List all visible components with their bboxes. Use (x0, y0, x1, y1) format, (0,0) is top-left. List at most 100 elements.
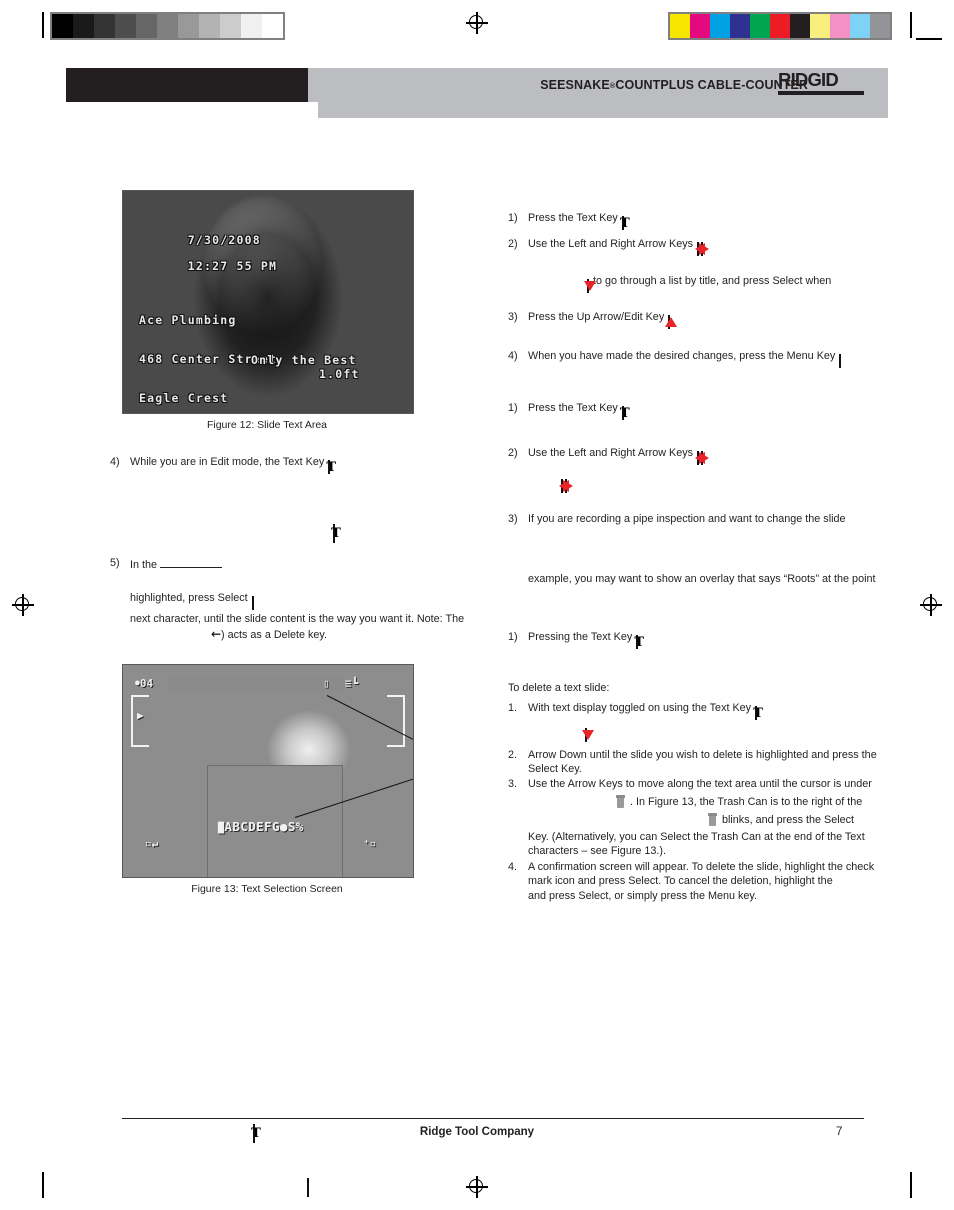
crop-mark-right-top-h (916, 38, 942, 40)
arrow-right-glyph (699, 452, 710, 464)
delete-step-1-text: With text display toggled on using the T… (528, 702, 752, 714)
delete-step-2: 2. Arrow Down until the slide you wish t… (508, 748, 888, 776)
grayscale-step-5 (157, 14, 178, 38)
color-patch-9 (850, 14, 870, 38)
overlay-line-0: Ace Plumbing (139, 313, 237, 327)
text-key-icon[interactable]: T (634, 635, 644, 649)
left-list-item-5-number: 5) (110, 557, 120, 569)
delete-step-3-mid2-text: blinks, and press the Select (722, 814, 855, 826)
arrow-right-glyph (563, 480, 573, 492)
color-patch-3 (730, 14, 750, 38)
color-patch-8 (830, 14, 850, 38)
osd-counter-value: 04 (139, 677, 154, 690)
menu-key-icon[interactable] (839, 354, 842, 368)
osd-icon-bottom-right: ⁺▫ (363, 837, 377, 850)
text-key-icon[interactable]: T (326, 460, 336, 474)
grayscale-step-0 (52, 14, 73, 38)
down-arrow-key-icon[interactable] (582, 728, 594, 742)
keyboard-rows: █ABCDEFG●S% ▼HIJKLMN-/ ▪OPQ␣RS ▬TUVWXYZ←… (218, 778, 304, 879)
crop-mark-right-top (910, 12, 912, 38)
right-g2-item-3-text: If you are recording a pipe inspection a… (528, 513, 846, 525)
color-patch-6 (790, 14, 810, 38)
registration-mark-top (466, 12, 488, 34)
delete-step-2-text: Arrow Down until the slide you wish to d… (528, 749, 877, 775)
delete-step-4-tail: and press Select, or simply press the Me… (528, 890, 758, 902)
registration-mark-right (920, 594, 942, 616)
right-g1-continuation: to go through a list by title, and press… (508, 274, 888, 293)
right-g1-item-4-text: When you have made the desired changes, … (528, 350, 836, 362)
osd-header-bar (167, 675, 345, 690)
right-g3-item-1-text: Pressing the Text Key (528, 631, 633, 643)
trash-can-icon (616, 795, 625, 808)
header-black-block (66, 68, 308, 102)
right-arrow-key-icon[interactable] (699, 451, 710, 465)
text-key-icon-floating[interactable]: T (331, 520, 341, 543)
registration-mark-left (12, 594, 34, 616)
color-calibration-bar (668, 12, 892, 40)
grayscale-step-2 (94, 14, 115, 38)
right-g1-item-1-text: Press the Text Key (528, 212, 618, 224)
delete-step-3-line-b: . In Figure 13, the Trash Can is to the … (508, 795, 888, 809)
arrow-down-glyph (582, 730, 594, 740)
menu-key-icon-floating[interactable] (306, 1174, 310, 1197)
page-title: SEESNAKE ® COUNTPLUS CABLE-COUNTER (308, 68, 808, 102)
color-patch-4 (750, 14, 770, 38)
figure-12-image: 7/30/2008 12:27 55 PM Ace Plumbing 468 C… (122, 190, 414, 414)
page-title-main: SEESNAKE (540, 78, 610, 92)
color-patch-5 (770, 14, 790, 38)
color-patch-0 (670, 14, 690, 38)
left-list-item-5-text: In the (130, 559, 158, 571)
left-column: 7/30/2008 12:27 55 PM Ace Plumbing 468 C… (110, 190, 470, 1197)
select-key-icon[interactable] (251, 596, 254, 610)
grayscale-step-8 (220, 14, 241, 38)
crop-mark-left-bottom (42, 1172, 44, 1198)
grayscale-step-4 (136, 14, 157, 38)
right-arrow-key-icon[interactable] (563, 479, 573, 493)
down-arrow-key-icon[interactable] (584, 279, 596, 293)
delete-step-3-text: Use the Arrow Keys to move along the tex… (528, 778, 872, 790)
overlay-datetime: 7/30/2008 12:27 55 PM (139, 221, 277, 286)
overlay-date: 7/30/2008 (187, 233, 261, 247)
delete-section-heading: To delete a text slide: (508, 682, 610, 694)
right-g2-arrow-pair (508, 474, 888, 493)
keyboard-row-0: █ABCDEFG●S% (218, 819, 304, 834)
left-list-item-4-number: 4) (110, 456, 120, 468)
delete-step-3: 3. Use the Arrow Keys to move along the … (508, 777, 888, 791)
right-g2-item-2-number: 2) (508, 447, 518, 459)
arrow-up-glyph (665, 317, 678, 327)
right-g2-item-2: 2) Use the Left and Right Arrow Keys (508, 446, 888, 465)
overlay-address-block: Ace Plumbing 468 Center Street Eagle Cre… (139, 288, 277, 413)
delete-step-4: 4. A confirmation screen will appear. To… (508, 860, 888, 888)
text-key-icon[interactable]: T (753, 706, 763, 720)
text-selection-keyboard[interactable]: █ABCDEFG●S% ▼HIJKLMN-/ ▪OPQ␣RS ▬TUVWXYZ←… (207, 765, 343, 879)
figure-13-image: ●04 ▯ ≡┗ ▶ █ABCDEFG●S% ▼HIJKLMN-/ ▪OPQ␣R… (122, 664, 414, 878)
figure-13-caption: Figure 13: Text Selection Screen (191, 883, 343, 895)
delete-step-3-tail: Key. (Alternatively, you can Select the … (528, 831, 865, 857)
delete-step-1-number: 1. (508, 702, 518, 714)
text-key-icon[interactable]: T (620, 406, 630, 420)
right-g2-continuation: example, you may want to show an overlay… (528, 573, 876, 585)
right-g3-item-1-number: 1) (508, 631, 518, 643)
overlay-footage: 1.0ft (319, 367, 360, 381)
right-g2-item-3: 3) If you are recording a pipe inspectio… (508, 512, 888, 526)
grayscale-step-7 (199, 14, 220, 38)
delete-step-1-down-arrow (508, 723, 888, 742)
osd-signal-icon: ≡┗ (345, 677, 359, 690)
right-g1-item-3-text: Press the Up Arrow/Edit Key (528, 311, 665, 323)
left-list-item-5: 5) In the (110, 556, 470, 572)
right-column: 1) Press the Text Key T 2) Use the Left … (508, 205, 888, 903)
right-arrow-key-icon[interactable] (699, 242, 710, 256)
delete-step-4-text: A confirmation screen will appear. To de… (528, 861, 875, 887)
up-arrow-edit-key-icon[interactable] (665, 315, 678, 329)
left-list-item-4-text: While you are in Edit mode, the Text Key (130, 456, 325, 468)
text-key-icon[interactable]: T (620, 216, 630, 230)
right-g1-item-2-text: Use the Left and Right Arrow Keys (528, 238, 694, 250)
crop-mark-left-top (42, 12, 44, 38)
delete-step-1: 1. With text display toggled on using th… (508, 701, 888, 720)
overlay-line-2: Eagle Crest (139, 391, 229, 405)
ridgid-logo-text: RIDGID (778, 70, 839, 90)
keyboard-row-1: ▼HIJKLMN-/ (218, 878, 304, 879)
crop-mark-right-bottom (910, 1172, 912, 1198)
right-g1-item-1: 1) Press the Text Key T (508, 211, 888, 230)
osd-battery-icon: ▯ (323, 677, 330, 690)
